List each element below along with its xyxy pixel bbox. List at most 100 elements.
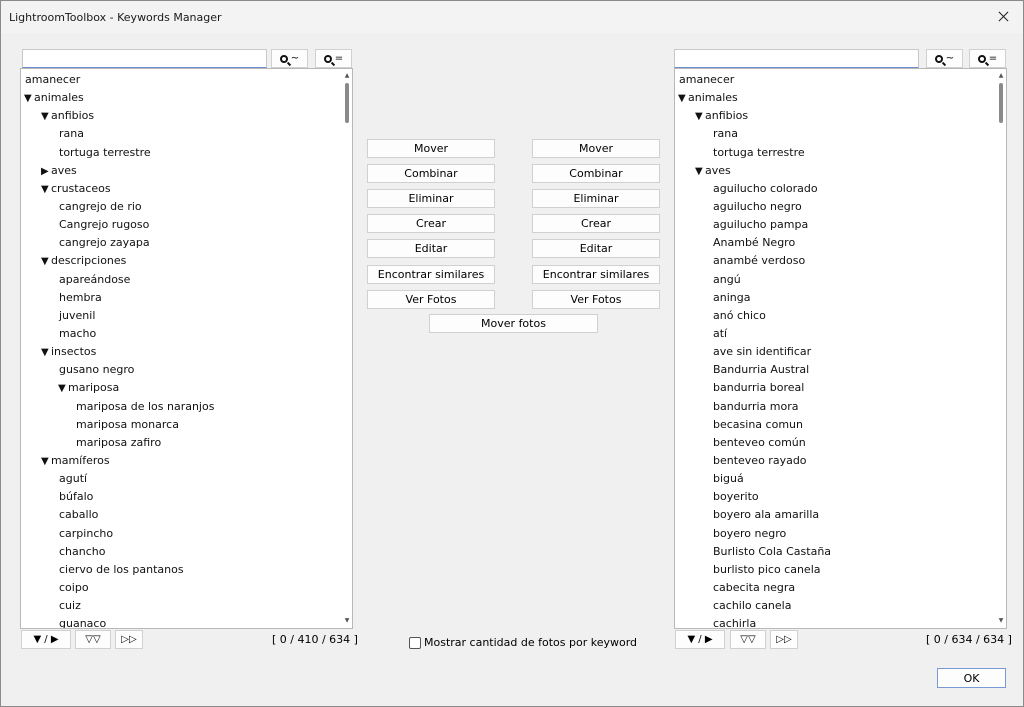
right-crear-button[interactable]: Crear <box>532 214 660 234</box>
keyword-item[interactable]: macho <box>21 325 341 343</box>
close-icon[interactable] <box>993 5 1017 29</box>
keyword-item[interactable]: ▶ aves <box>21 162 341 180</box>
left-fuzzy-search-button[interactable]: ~ <box>271 49 308 68</box>
keyword-item[interactable]: aninga <box>675 289 995 307</box>
keyword-item[interactable]: chancho <box>21 543 341 561</box>
keyword-item[interactable]: ▼ descripciones <box>21 252 341 270</box>
scroll-up-icon[interactable]: ▲ <box>997 71 1005 81</box>
right-scrollbar[interactable]: ▲ ▼ <box>996 69 1006 628</box>
keyword-item[interactable]: aguilucho pampa <box>675 216 995 234</box>
keyword-item[interactable]: benteveo común <box>675 434 995 452</box>
right-expand-all-button[interactable]: ▷▷ <box>770 630 798 649</box>
left-collapse-all-button[interactable]: ▽▽ <box>75 630 111 649</box>
keyword-item[interactable]: mariposa monarca <box>21 416 341 434</box>
keyword-item[interactable]: juvenil <box>21 307 341 325</box>
expand-arrow-icon[interactable]: ▶ <box>41 163 51 181</box>
keyword-item[interactable]: ▼ mamíferos <box>21 452 341 470</box>
scroll-down-icon[interactable]: ▼ <box>997 616 1005 626</box>
right-ver-fotos-button[interactable]: Ver Fotos <box>532 289 660 309</box>
show-count-checkbox[interactable]: Mostrar cantidad de fotos por keyword <box>409 636 637 649</box>
scroll-thumb[interactable] <box>999 83 1003 123</box>
keyword-item[interactable]: ciervo de los pantanos <box>21 561 341 579</box>
keyword-item[interactable]: cabecita negra <box>675 579 995 597</box>
keyword-item[interactable]: aguilucho negro <box>675 198 995 216</box>
right-collapse-all-button[interactable]: ▽▽ <box>730 630 766 649</box>
keyword-item[interactable]: benteveo rayado <box>675 452 995 470</box>
keyword-item[interactable]: cangrejo de rio <box>21 198 341 216</box>
collapse-arrow-icon[interactable]: ▼ <box>41 108 51 126</box>
left-expand-all-button[interactable]: ▷▷ <box>115 630 143 649</box>
keyword-item[interactable]: Cangrejo rugoso <box>21 216 341 234</box>
collapse-arrow-icon[interactable]: ▼ <box>695 108 705 126</box>
collapse-arrow-icon[interactable]: ▼ <box>41 344 51 362</box>
keyword-item[interactable]: ▼ aves <box>675 162 995 180</box>
keyword-item[interactable]: cachirla <box>675 615 995 628</box>
keyword-item[interactable]: ▼ mariposa <box>21 379 341 397</box>
right-encontrar-similares-button[interactable]: Encontrar similares <box>532 264 660 284</box>
keyword-item[interactable]: aguilucho colorado <box>675 180 995 198</box>
keyword-item[interactable]: gusano negro <box>21 361 341 379</box>
keyword-item[interactable]: búfalo <box>21 488 341 506</box>
keyword-item[interactable]: cachilo canela <box>675 597 995 615</box>
keyword-item[interactable]: Anambé Negro <box>675 234 995 252</box>
left-exact-search-button[interactable]: = <box>315 49 352 68</box>
left-mover-button[interactable]: Mover <box>367 139 495 158</box>
keyword-item[interactable]: hembra <box>21 289 341 307</box>
scroll-thumb[interactable] <box>345 83 349 123</box>
keyword-item[interactable]: apareándose <box>21 271 341 289</box>
collapse-arrow-icon[interactable]: ▼ <box>695 163 705 181</box>
keyword-item[interactable]: becasina comun <box>675 416 995 434</box>
scroll-up-icon[interactable]: ▲ <box>343 71 351 81</box>
collapse-arrow-icon[interactable]: ▼ <box>24 90 34 108</box>
keyword-item[interactable]: amanecer <box>21 71 341 89</box>
collapse-arrow-icon[interactable]: ▼ <box>678 90 688 108</box>
collapse-arrow-icon[interactable]: ▼ <box>41 253 51 271</box>
left-combinar-button[interactable]: Combinar <box>367 164 495 184</box>
keyword-item[interactable]: cangrejo zayapa <box>21 234 341 252</box>
keyword-item[interactable]: carpincho <box>21 525 341 543</box>
left-ver-fotos-button[interactable]: Ver Fotos <box>367 289 495 309</box>
ok-button[interactable]: OK <box>937 668 1006 688</box>
collapse-arrow-icon[interactable]: ▼ <box>58 380 68 398</box>
keyword-item[interactable]: coipo <box>21 579 341 597</box>
right-fuzzy-search-button[interactable]: ~ <box>926 49 963 68</box>
keyword-item[interactable]: bandurria boreal <box>675 379 995 397</box>
left-keyword-tree[interactable]: amanecer ▼ animales ▼ anfibios rana tortuga te… <box>20 68 353 629</box>
right-keyword-tree[interactable]: amanecer ▼ animales ▼ anfibios rana tortuga te… <box>674 68 1007 629</box>
keyword-item[interactable]: ▼ animales <box>21 89 341 107</box>
collapse-arrow-icon[interactable]: ▼ <box>41 453 51 471</box>
right-exact-search-button[interactable]: = <box>969 49 1006 68</box>
keyword-item[interactable]: angú <box>675 271 995 289</box>
right-editar-button[interactable]: Editar <box>532 239 660 259</box>
keyword-item[interactable]: bandurria mora <box>675 398 995 416</box>
keyword-item[interactable]: ▼ anfibios <box>21 107 341 125</box>
keyword-item[interactable]: amanecer <box>675 71 995 89</box>
keyword-item[interactable]: cuiz <box>21 597 341 615</box>
keyword-item[interactable]: anó chico <box>675 307 995 325</box>
checkbox[interactable] <box>409 636 421 649</box>
keyword-item[interactable]: agutí <box>21 470 341 488</box>
keyword-item[interactable]: ▼ crustaceos <box>21 180 341 198</box>
right-eliminar-button[interactable]: Eliminar <box>532 189 660 209</box>
left-toggle-expand-button[interactable]: ▼ / ▶ <box>21 630 71 649</box>
left-encontrar-similares-button[interactable]: Encontrar similares <box>367 264 495 284</box>
keyword-item[interactable]: boyerito <box>675 488 995 506</box>
keyword-item[interactable]: boyero negro <box>675 525 995 543</box>
right-toggle-expand-button[interactable]: ▼ / ▶ <box>675 630 725 649</box>
keyword-item[interactable]: anambé verdoso <box>675 252 995 270</box>
keyword-item[interactable]: Bandurria Austral <box>675 361 995 379</box>
keyword-item[interactable]: biguá <box>675 470 995 488</box>
keyword-item[interactable]: mariposa de los naranjos <box>21 398 341 416</box>
keyword-item[interactable]: guanaco <box>21 615 341 628</box>
keyword-item[interactable]: mariposa zafiro <box>21 434 341 452</box>
keyword-item[interactable]: tortuga terrestre <box>675 144 995 162</box>
left-search-input[interactable] <box>22 49 267 68</box>
keyword-item[interactable]: ▼ anfibios <box>675 107 995 125</box>
left-scrollbar[interactable]: ▲ ▼ <box>342 69 352 628</box>
keyword-item[interactable]: ave sin identificar <box>675 343 995 361</box>
keyword-item[interactable]: atí <box>675 325 995 343</box>
right-combinar-button[interactable]: Combinar <box>532 164 660 184</box>
left-crear-button[interactable]: Crear <box>367 214 495 234</box>
keyword-item[interactable]: rana <box>675 125 995 143</box>
left-eliminar-button[interactable]: Eliminar <box>367 189 495 209</box>
